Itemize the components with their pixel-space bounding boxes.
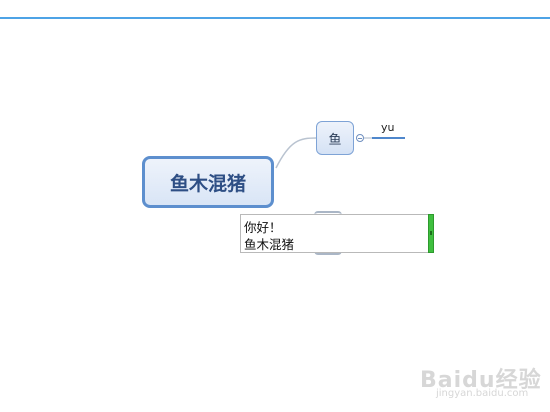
subtopic-label: 鱼: [328, 132, 342, 148]
collapse-toggle-icon[interactable]: [356, 134, 364, 142]
central-topic-label: 鱼木混猪: [169, 172, 246, 195]
central-to-subtopic-branch: [275, 137, 317, 169]
resize-handle[interactable]: [428, 214, 434, 253]
subtopic-node[interactable]: 鱼: [316, 121, 354, 155]
central-topic[interactable]: 鱼木混猪: [142, 156, 274, 208]
watermark-url: jingyan.baidu.com: [436, 388, 529, 399]
child-topic-label[interactable]: yu: [381, 121, 394, 134]
branch-connectors: [275, 137, 372, 169]
child-topic-underline: [372, 137, 405, 139]
note-editor[interactable]: 你好！ 鱼木混猪: [240, 214, 434, 253]
note-line-2: 鱼木混猪: [244, 237, 295, 252]
